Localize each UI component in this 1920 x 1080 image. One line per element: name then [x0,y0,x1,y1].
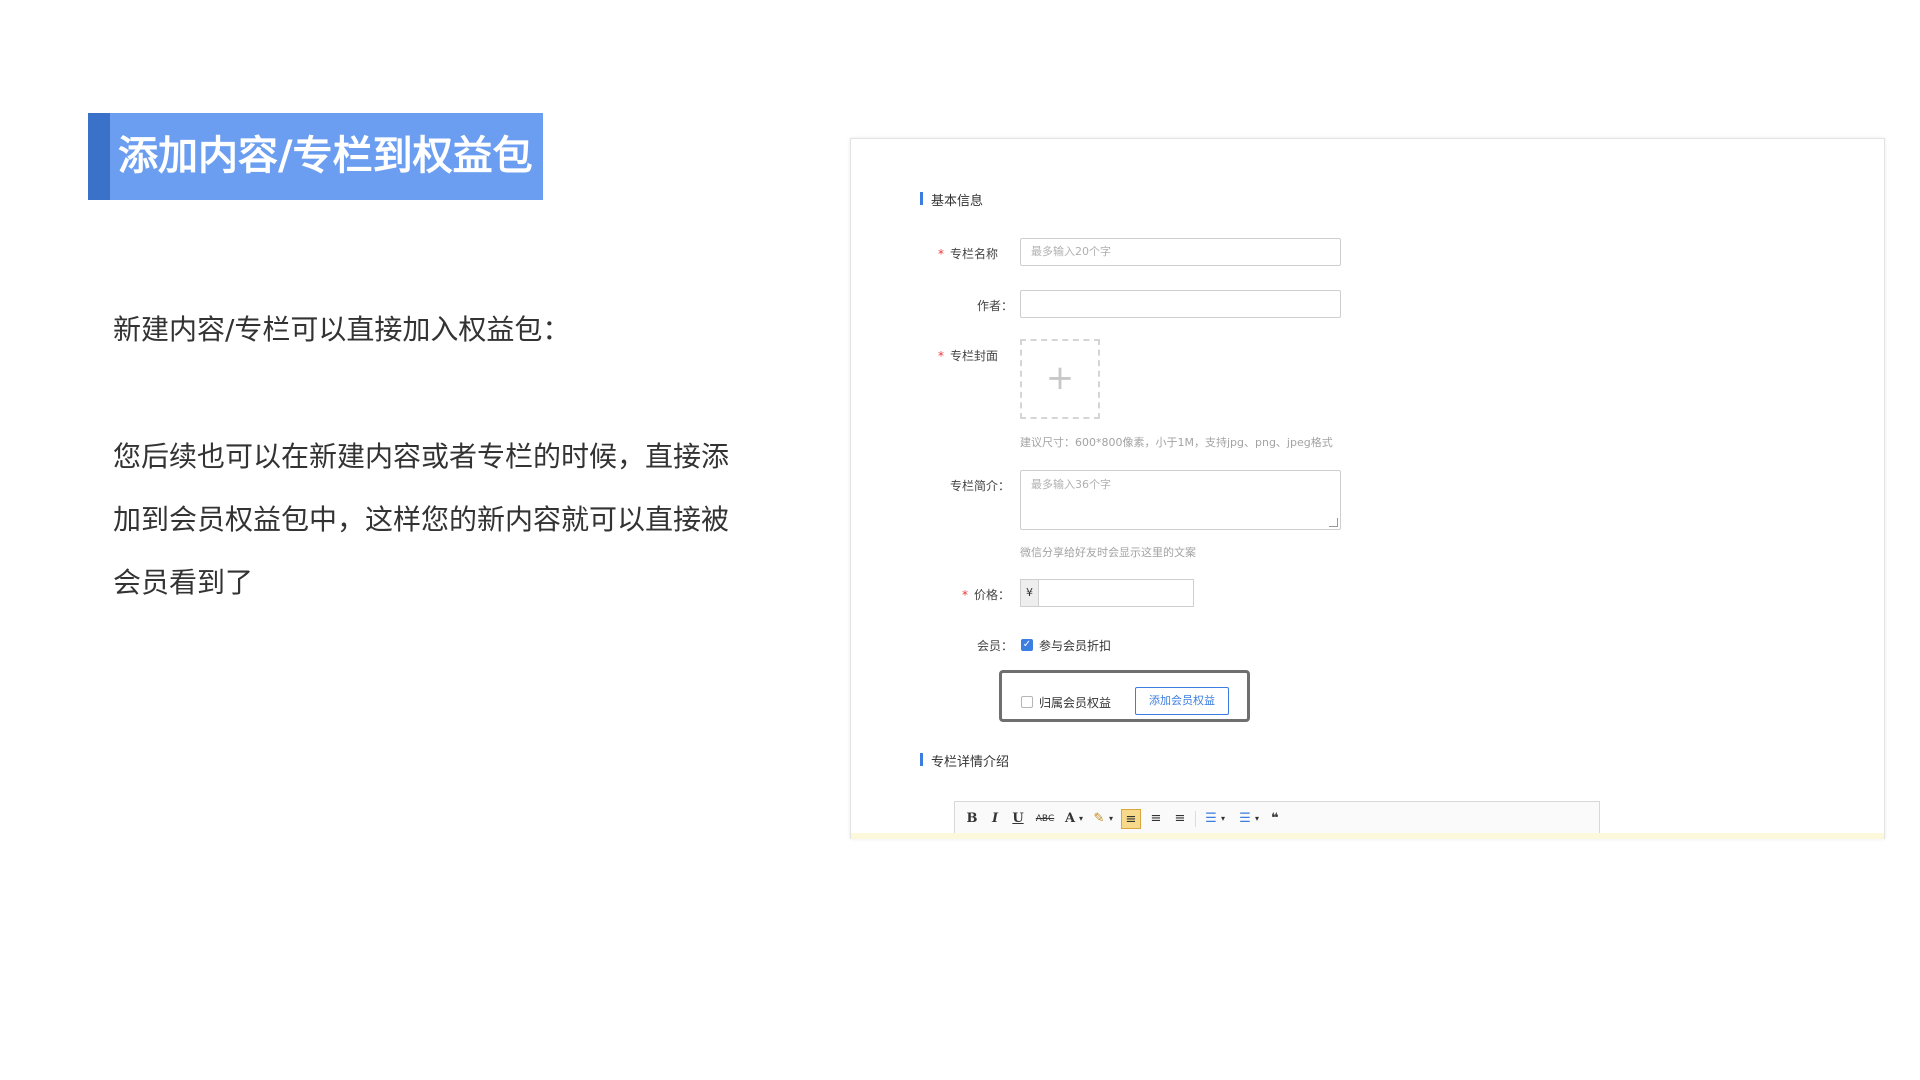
author-input[interactable] [1020,290,1341,318]
belong-benefit-label: 归属会员权益 [1039,696,1112,710]
member-label: 会员： [977,639,1014,653]
required-mark: * [938,247,944,261]
add-member-benefit-button[interactable]: 添加会员权益 [1135,687,1229,715]
belong-benefit-checkbox[interactable] [1021,696,1033,708]
resize-grip-icon[interactable] [1329,518,1338,527]
slide-title: 添加内容/专栏到权益包 [110,113,543,200]
name-input[interactable]: 最多输入20个字 [1020,238,1341,266]
chevron-down-icon[interactable]: ▾ [1107,809,1115,829]
member-discount-label: 参与会员折扣 [1039,639,1112,653]
highlight-color-icon[interactable]: ✎ [1091,809,1107,829]
title-accent-bar [88,113,110,200]
author-label: 作者： [977,299,1014,313]
strikethrough-icon[interactable]: ABC [1035,809,1055,829]
align-center-icon[interactable]: ≡ [1147,809,1165,829]
chevron-down-icon[interactable]: ▾ [1253,809,1261,829]
cover-label: * 专栏封面 [938,349,999,363]
description-paragraph: 您后续也可以在新建内容或者专栏的时候，直接添加到会员权益包中，这样您的新内容就可… [113,440,730,599]
name-label: * 专栏名称 [938,247,999,261]
summary-textarea[interactable]: 最多输入36个字 [1020,470,1341,530]
underline-icon[interactable]: U [1011,809,1025,829]
chevron-down-icon[interactable]: ▾ [1077,809,1085,829]
member-discount-checkbox[interactable]: ✓ [1021,639,1033,651]
ordered-list-icon[interactable]: ☰ [1237,809,1253,829]
panel-bottom-strip [851,833,1884,839]
align-right-icon[interactable]: ≡ [1171,809,1189,829]
currency-prefix: ¥ [1020,579,1038,607]
price-label: * 价格： [962,588,1011,602]
toolbar-divider [1195,811,1196,827]
bullet-list-icon[interactable]: ☰ [1203,809,1219,829]
cover-upload-area[interactable]: + [1020,339,1100,419]
price-input[interactable] [1038,579,1194,607]
font-color-icon[interactable]: A [1063,809,1077,829]
quote-icon[interactable]: ❝ [1267,809,1283,829]
section-detail-intro: 专栏详情介绍 [920,751,1009,770]
cover-size-hint: 建议尺寸：600*800像素，小于1M，支持jpg、png、jpeg格式 [1020,436,1333,449]
plus-icon: + [1045,358,1075,398]
align-left-icon[interactable]: ≡ [1121,809,1141,829]
summary-share-hint: 微信分享给好友时会显示这里的文案 [1020,546,1196,559]
bold-icon[interactable]: B [965,809,979,829]
summary-label: 专栏简介： [950,479,1011,493]
section-basic-info: 基本信息 [920,190,983,209]
intro-text: 新建内容/专栏可以直接加入权益包： [113,313,571,346]
chevron-down-icon[interactable]: ▾ [1219,809,1227,829]
italic-icon[interactable]: I [989,809,1001,829]
form-screenshot-panel: 基本信息 * 专栏名称 最多输入20个字 作者： * 专栏封面 + 建议尺寸：600… [850,138,1885,839]
